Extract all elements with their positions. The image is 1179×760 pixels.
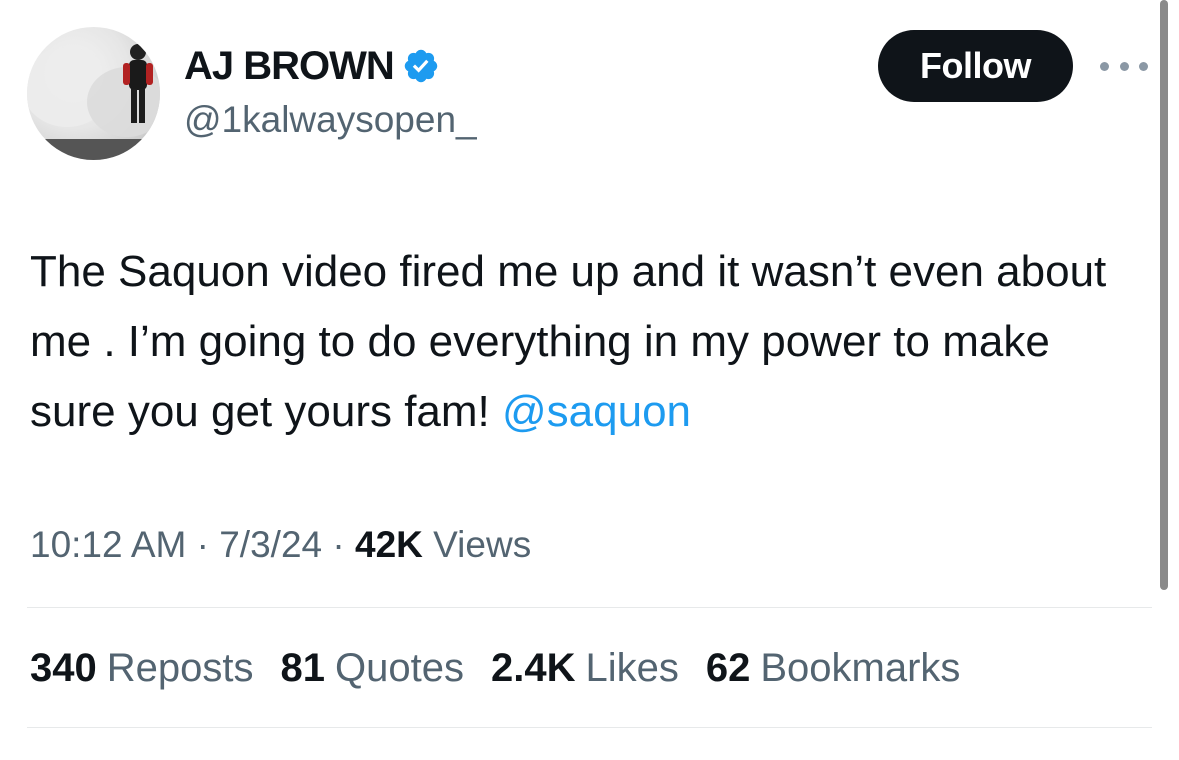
- divider: [27, 727, 1152, 728]
- bookmarks-stat[interactable]: 62 Bookmarks: [706, 640, 961, 696]
- meta-separator: ·: [322, 524, 355, 565]
- more-dot: [1139, 61, 1148, 71]
- bookmarks-label: Bookmarks: [760, 646, 961, 690]
- engagement-stats: 340 Reposts 81 Quotes 2.4K Likes 62 Bookmark…: [30, 640, 987, 696]
- reposts-count: 340: [30, 646, 97, 690]
- tweet-time[interactable]: 10:12 AM: [30, 524, 186, 565]
- likes-count: 2.4K: [490, 646, 576, 690]
- reposts-stat[interactable]: 340 Reposts: [30, 640, 254, 696]
- author-display-name[interactable]: AJ BROWN: [184, 42, 395, 90]
- views-label: Views: [422, 524, 532, 565]
- quotes-stat[interactable]: 81 Quotes: [281, 640, 464, 696]
- likes-stat[interactable]: 2.4K Likes: [491, 640, 679, 696]
- scrollbar[interactable]: [1160, 0, 1168, 590]
- tweet-meta: 10:12 AM · 7/3/24 · 42K Views: [30, 520, 531, 570]
- mention-link[interactable]: @saquon: [502, 387, 691, 436]
- likes-label: Likes: [585, 646, 679, 690]
- divider: [27, 607, 1152, 608]
- author-name-row[interactable]: AJ BROWN: [184, 42, 440, 90]
- verified-badge-icon: [404, 49, 438, 83]
- author-handle[interactable]: @1kalwaysopen_: [184, 98, 477, 142]
- player-avatar-image: [27, 44, 160, 160]
- quotes-label: Quotes: [335, 646, 464, 690]
- reposts-label: Reposts: [106, 646, 254, 690]
- bookmarks-count: 62: [705, 646, 751, 690]
- more-dot: [1100, 61, 1109, 71]
- avatar[interactable]: [27, 27, 160, 160]
- tweet-date[interactable]: 7/3/24: [219, 524, 322, 565]
- tweet-text: The Saquon video fired me up and it wasn…: [30, 237, 1140, 447]
- more-dot: [1119, 61, 1129, 71]
- quotes-count: 81: [280, 646, 326, 690]
- more-horizontal-icon[interactable]: [1100, 56, 1148, 76]
- meta-separator: ·: [186, 524, 220, 565]
- follow-button[interactable]: Follow: [878, 30, 1073, 102]
- views-count: 42K: [355, 524, 423, 565]
